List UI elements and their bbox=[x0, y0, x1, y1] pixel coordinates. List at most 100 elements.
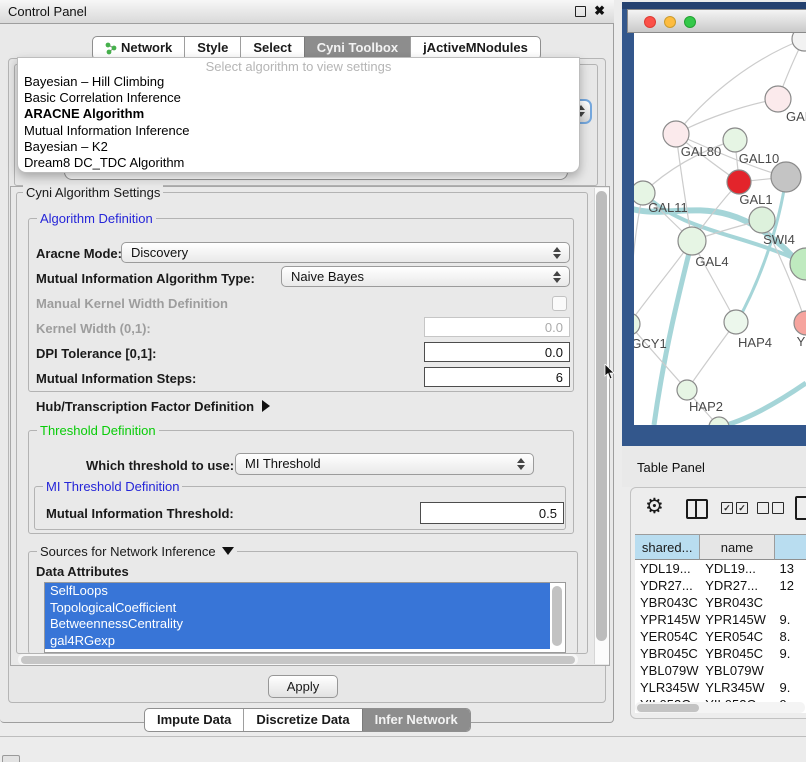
table-row[interactable]: YER054CYER054C8. bbox=[635, 628, 806, 645]
sources-hscrollbar-thumb[interactable] bbox=[21, 656, 575, 664]
table-cell[interactable]: YER054C bbox=[700, 628, 774, 645]
table-cell[interactable]: YBL079W bbox=[700, 662, 774, 679]
close-panel-icon[interactable]: ✖ bbox=[594, 3, 605, 19]
algorithm-option[interactable]: ARACNE Algorithm bbox=[18, 106, 579, 122]
network-node[interactable] bbox=[634, 313, 640, 335]
table-cell[interactable]: YLR345W bbox=[700, 679, 774, 696]
table-cell[interactable]: YBR045C bbox=[635, 645, 700, 662]
data-attributes-list: SelfLoopsTopologicalCoefficientBetweenne… bbox=[44, 582, 566, 653]
table-cell[interactable]: YDR27... bbox=[635, 577, 700, 594]
algorithm-option[interactable]: Bayesian – K2 bbox=[18, 139, 579, 155]
table-cell[interactable]: YDL19... bbox=[700, 560, 774, 577]
column-header[interactable]: shared... bbox=[635, 534, 700, 560]
network-window-titlebar[interactable] bbox=[627, 9, 806, 33]
table-row[interactable]: YDL19...YDL19...13 bbox=[635, 560, 806, 577]
table-cell[interactable]: 9. bbox=[775, 611, 806, 628]
apply-button[interactable]: Apply bbox=[268, 675, 338, 698]
algorithm-option[interactable]: Mutual Information Inference bbox=[18, 123, 579, 139]
minimize-traffic-light[interactable] bbox=[664, 16, 676, 28]
data-attribute-item[interactable]: gal4RGexp bbox=[45, 633, 550, 650]
sources-legend[interactable]: Sources for Network Inference bbox=[37, 544, 237, 559]
manual-kernel-width-checkbox[interactable] bbox=[552, 296, 567, 311]
table-cell[interactable]: YBR043C bbox=[700, 594, 774, 611]
table-panel-title: Table Panel bbox=[637, 460, 705, 475]
checked-box-icon-1[interactable]: ✓ bbox=[721, 502, 733, 514]
aracne-mode-select[interactable]: Discovery bbox=[121, 242, 570, 263]
data-attribute-item[interactable]: BetweennessCentrality bbox=[45, 616, 550, 633]
tab-jactivemnodules[interactable]: jActiveMNodules bbox=[410, 37, 540, 59]
control-panel-titlebar[interactable]: Control Panel ✖ bbox=[0, 0, 614, 24]
kernel-width-field: 0.0 bbox=[424, 317, 570, 337]
which-threshold-select[interactable]: MI Threshold bbox=[235, 453, 534, 475]
table-row[interactable]: YDR27...YDR27...12 bbox=[635, 577, 806, 594]
table-cell[interactable]: YLR345W bbox=[635, 679, 700, 696]
mi-threshold-field[interactable]: 0.5 bbox=[420, 502, 564, 524]
tab-select[interactable]: Select bbox=[240, 37, 303, 59]
hub-definition-toggle[interactable]: Hub/Transcription Factor Definition bbox=[36, 399, 270, 414]
table-cell[interactable]: YBL079W bbox=[635, 662, 700, 679]
table-row[interactable]: YBL079WYBL079W bbox=[635, 662, 806, 679]
tab-style[interactable]: Style bbox=[184, 37, 240, 59]
mouse-cursor bbox=[604, 364, 616, 380]
manual-kernel-width-label: Manual Kernel Width Definition bbox=[36, 296, 228, 311]
network-node[interactable] bbox=[794, 311, 806, 335]
network-node[interactable] bbox=[724, 310, 748, 334]
checked-box-icon-2[interactable]: ✓ bbox=[736, 502, 748, 514]
table-cell[interactable]: YER054C bbox=[635, 628, 700, 645]
tab-infer-network[interactable]: Infer Network bbox=[362, 709, 470, 731]
columns-icon[interactable] bbox=[686, 499, 708, 519]
tab-discretize-data[interactable]: Discretize Data bbox=[243, 709, 361, 731]
table-hscrollbar[interactable] bbox=[635, 702, 805, 713]
table-row[interactable]: YPR145WYPR145W9. bbox=[635, 611, 806, 628]
table-cell[interactable]: YPR145W bbox=[700, 611, 774, 628]
table-cell[interactable]: 9. bbox=[775, 679, 806, 696]
column-header[interactable] bbox=[775, 534, 806, 560]
dpi-tolerance-field[interactable]: 0.0 bbox=[424, 342, 570, 362]
mi-steps-field[interactable]: 6 bbox=[424, 367, 570, 387]
tab-cyni-toolbox[interactable]: Cyni Toolbox bbox=[304, 37, 410, 59]
tab-network[interactable]: Network bbox=[93, 37, 184, 59]
settings-scrollbar-thumb[interactable] bbox=[596, 191, 607, 641]
table-cell[interactable] bbox=[775, 594, 806, 611]
table-cell[interactable]: YBR045C bbox=[700, 645, 774, 662]
network-node[interactable] bbox=[677, 380, 697, 400]
unchecked-box-icon-1[interactable] bbox=[757, 502, 769, 514]
table-cell[interactable]: 12 bbox=[775, 577, 806, 594]
zoom-traffic-light[interactable] bbox=[684, 16, 696, 28]
unchecked-box-icon-2[interactable] bbox=[772, 502, 784, 514]
list-scrollbar-thumb[interactable] bbox=[552, 586, 562, 646]
gear-icon[interactable]: ⚙ bbox=[645, 494, 664, 519]
table-cell[interactable] bbox=[775, 662, 806, 679]
table-cell[interactable]: 9. bbox=[775, 645, 806, 662]
float-panel-icon[interactable] bbox=[575, 6, 586, 17]
network-node[interactable] bbox=[749, 207, 775, 233]
data-attribute-item[interactable]: SelfLoops bbox=[45, 583, 550, 600]
column-header[interactable]: name bbox=[700, 534, 774, 560]
table-cell[interactable]: YDR27... bbox=[700, 577, 774, 594]
algorithm-option[interactable]: Basic Correlation Inference bbox=[18, 90, 579, 106]
table-row[interactable]: YBR043CYBR043C bbox=[635, 594, 806, 611]
network-node[interactable] bbox=[723, 128, 747, 152]
table-row[interactable]: YLR345WYLR345W9. bbox=[635, 679, 806, 696]
table-cell[interactable]: 8. bbox=[775, 628, 806, 645]
network-node[interactable] bbox=[727, 170, 751, 194]
bottom-left-button-fragment[interactable] bbox=[2, 755, 20, 762]
table-cell[interactable]: 13 bbox=[775, 560, 806, 577]
algorithm-option[interactable]: Bayesian – Hill Climbing bbox=[18, 74, 579, 90]
close-traffic-light[interactable] bbox=[644, 16, 656, 28]
network-graph: GALGAL80GAL10GAL1GAL11SWI4GAL4GCY1HAP4YH… bbox=[634, 33, 806, 425]
table-cell[interactable]: YBR043C bbox=[635, 594, 700, 611]
page-icon[interactable] bbox=[795, 496, 806, 520]
tab-impute-data[interactable]: Impute Data bbox=[145, 709, 243, 731]
mi-algorithm-type-select[interactable]: Naive Bayes bbox=[281, 266, 570, 287]
network-node[interactable] bbox=[792, 33, 806, 51]
network-canvas[interactable]: GALGAL80GAL10GAL1GAL11SWI4GAL4GCY1HAP4YH… bbox=[634, 33, 806, 425]
table-row[interactable]: YBR045CYBR045C9. bbox=[635, 645, 806, 662]
table-cell[interactable]: YPR145W bbox=[635, 611, 700, 628]
network-node[interactable] bbox=[771, 162, 801, 192]
spinner-arrows bbox=[553, 270, 562, 284]
algorithm-option[interactable]: Dream8 DC_TDC Algorithm bbox=[18, 155, 579, 171]
table-cell[interactable]: YDL19... bbox=[635, 560, 700, 577]
data-attribute-item[interactable]: TopologicalCoefficient bbox=[45, 600, 550, 617]
network-node[interactable] bbox=[678, 227, 706, 255]
